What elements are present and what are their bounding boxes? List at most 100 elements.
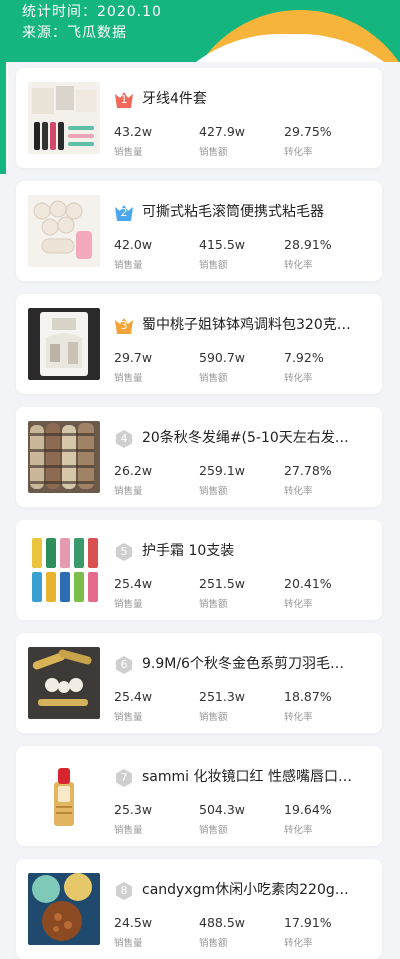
conversion-rate-value: 7.92% bbox=[284, 350, 324, 365]
product-card[interactable]: 6 9.9M/6个秋冬金色系剪刀羽毛… 25.4w 销售量 251.3w 销售额… bbox=[16, 633, 382, 733]
conversion-rate-value: 20.41% bbox=[284, 576, 332, 591]
conversion-rate-value: 28.91% bbox=[284, 237, 332, 252]
conversion-rate: 18.87% 转化率 bbox=[284, 689, 364, 723]
product-title[interactable]: sammi 化妆镜口红 性感嘴唇口… bbox=[142, 766, 374, 786]
sales-volume-value: 25.4w bbox=[114, 689, 153, 704]
rank-number: 6 bbox=[120, 658, 128, 671]
sales-amount: 427.9w 销售额 bbox=[199, 124, 279, 158]
rank-number: 3 bbox=[120, 319, 128, 332]
header-banner: 统计时间：2020.10 来源：飞瓜数据 bbox=[0, 0, 400, 62]
sales-amount-value: 415.5w bbox=[199, 237, 246, 252]
sales-volume-value: 25.3w bbox=[114, 802, 153, 817]
conversion-rate-label: 转化率 bbox=[284, 938, 313, 949]
sales-volume-label: 销售量 bbox=[114, 260, 143, 271]
sales-volume-value: 26.2w bbox=[114, 463, 153, 478]
rank-number: 1 bbox=[120, 93, 128, 106]
rank-number: 7 bbox=[120, 771, 128, 784]
product-card[interactable]: 7 sammi 化妆镜口红 性感嘴唇口… 25.3w 销售量 504.3w 销售… bbox=[16, 746, 382, 846]
product-thumbnail bbox=[28, 308, 100, 380]
sales-volume: 26.2w 销售量 bbox=[114, 463, 194, 497]
product-thumbnail bbox=[28, 82, 100, 154]
sales-amount-value: 504.3w bbox=[199, 802, 246, 817]
sales-volume: 29.7w 销售量 bbox=[114, 350, 194, 384]
conversion-rate-value: 27.78% bbox=[284, 463, 332, 478]
product-title[interactable]: 可撕式粘毛滚筒便携式粘毛器 bbox=[142, 201, 374, 221]
product-card[interactable]: 8 candyxgm休闲小吃素肉220g… 24.5w 销售量 488.5w 销… bbox=[16, 859, 382, 959]
sales-amount: 259.1w 销售额 bbox=[199, 463, 279, 497]
product-thumbnail bbox=[28, 421, 100, 493]
sales-volume-value: 43.2w bbox=[114, 124, 153, 139]
sales-amount-label: 销售额 bbox=[199, 938, 228, 949]
sales-amount: 415.5w 销售额 bbox=[199, 237, 279, 271]
sales-volume: 25.3w 销售量 bbox=[114, 802, 194, 836]
hexagon-icon: 7 bbox=[114, 768, 134, 788]
sales-volume-value: 25.4w bbox=[114, 576, 153, 591]
product-thumbnail bbox=[28, 873, 100, 945]
conversion-rate-label: 转化率 bbox=[284, 825, 313, 836]
sales-amount: 488.5w 销售额 bbox=[199, 915, 279, 949]
conversion-rate-value: 17.91% bbox=[284, 915, 332, 930]
rank-number: 2 bbox=[120, 206, 128, 219]
conversion-rate: 17.91% 转化率 bbox=[284, 915, 364, 949]
conversion-rate-label: 转化率 bbox=[284, 147, 313, 158]
sales-volume: 25.4w 销售量 bbox=[114, 689, 194, 723]
rank-number: 4 bbox=[120, 432, 128, 445]
sales-amount-label: 销售额 bbox=[199, 147, 228, 158]
conversion-rate: 7.92% 转化率 bbox=[284, 350, 364, 384]
sales-amount-value: 590.7w bbox=[199, 350, 246, 365]
hexagon-icon: 5 bbox=[114, 542, 134, 562]
sales-amount-label: 销售额 bbox=[199, 825, 228, 836]
crown-blue-icon: 2 bbox=[114, 203, 134, 223]
sales-amount-value: 427.9w bbox=[199, 124, 246, 139]
sales-amount-label: 销售额 bbox=[199, 712, 228, 723]
sales-amount: 590.7w 销售额 bbox=[199, 350, 279, 384]
conversion-rate-value: 29.75% bbox=[284, 124, 332, 139]
sales-amount-label: 销售额 bbox=[199, 599, 228, 610]
conversion-rate: 19.64% 转化率 bbox=[284, 802, 364, 836]
conversion-rate: 27.78% 转化率 bbox=[284, 463, 364, 497]
sales-volume-label: 销售量 bbox=[114, 486, 143, 497]
product-thumbnail bbox=[28, 760, 100, 832]
crown-gold-icon: 3 bbox=[114, 316, 134, 336]
sales-volume: 42.0w 销售量 bbox=[114, 237, 194, 271]
product-title[interactable]: 牙线4件套 bbox=[142, 88, 374, 108]
product-title[interactable]: 9.9M/6个秋冬金色系剪刀羽毛… bbox=[142, 653, 374, 673]
product-title[interactable]: 护手霜 10支装 bbox=[142, 540, 374, 560]
conversion-rate-label: 转化率 bbox=[284, 712, 313, 723]
hexagon-icon: 6 bbox=[114, 655, 134, 675]
conversion-rate-value: 19.64% bbox=[284, 802, 332, 817]
source-label: 来源：飞瓜数据 bbox=[22, 25, 127, 41]
decorative-strip bbox=[0, 62, 6, 174]
crown-red-icon: 1 bbox=[114, 90, 134, 110]
sales-volume: 25.4w 销售量 bbox=[114, 576, 194, 610]
sales-amount: 251.3w 销售额 bbox=[199, 689, 279, 723]
conversion-rate-label: 转化率 bbox=[284, 260, 313, 271]
product-title[interactable]: candyxgm休闲小吃素肉220g… bbox=[142, 879, 374, 899]
stat-time-label: 统计时间：2020.10 bbox=[22, 4, 162, 20]
sales-volume-label: 销售量 bbox=[114, 712, 143, 723]
sales-amount-value: 251.3w bbox=[199, 689, 246, 704]
sales-volume-label: 销售量 bbox=[114, 825, 143, 836]
sales-volume-value: 42.0w bbox=[114, 237, 153, 252]
conversion-rate-label: 转化率 bbox=[284, 373, 313, 384]
sales-volume-label: 销售量 bbox=[114, 373, 143, 384]
product-card[interactable]: 3 蜀中桃子姐钵钵鸡调料包320克… 29.7w 销售量 590.7w 销售额 … bbox=[16, 294, 382, 394]
sales-amount-value: 259.1w bbox=[199, 463, 246, 478]
product-card[interactable]: 1 牙线4件套 43.2w 销售量 427.9w 销售额 29.75% 转化率 bbox=[16, 68, 382, 168]
product-card[interactable]: 2 可撕式粘毛滚筒便携式粘毛器 42.0w 销售量 415.5w 销售额 28.… bbox=[16, 181, 382, 281]
sales-volume-label: 销售量 bbox=[114, 938, 143, 949]
product-title[interactable]: 蜀中桃子姐钵钵鸡调料包320克… bbox=[142, 314, 374, 334]
conversion-rate-value: 18.87% bbox=[284, 689, 332, 704]
sales-volume-value: 29.7w bbox=[114, 350, 153, 365]
product-thumbnail bbox=[28, 647, 100, 719]
sales-volume-label: 销售量 bbox=[114, 599, 143, 610]
product-card[interactable]: 4 20条秋冬发绳#(5-10天左右发… 26.2w 销售量 259.1w 销售… bbox=[16, 407, 382, 507]
sales-amount: 504.3w 销售额 bbox=[199, 802, 279, 836]
conversion-rate: 20.41% 转化率 bbox=[284, 576, 364, 610]
product-card[interactable]: 5 护手霜 10支装 25.4w 销售量 251.5w 销售额 20.41% 转… bbox=[16, 520, 382, 620]
product-thumbnail bbox=[28, 195, 100, 267]
sales-volume-label: 销售量 bbox=[114, 147, 143, 158]
sales-volume-value: 24.5w bbox=[114, 915, 153, 930]
rank-number: 8 bbox=[120, 884, 128, 897]
product-title[interactable]: 20条秋冬发绳#(5-10天左右发… bbox=[142, 427, 374, 447]
